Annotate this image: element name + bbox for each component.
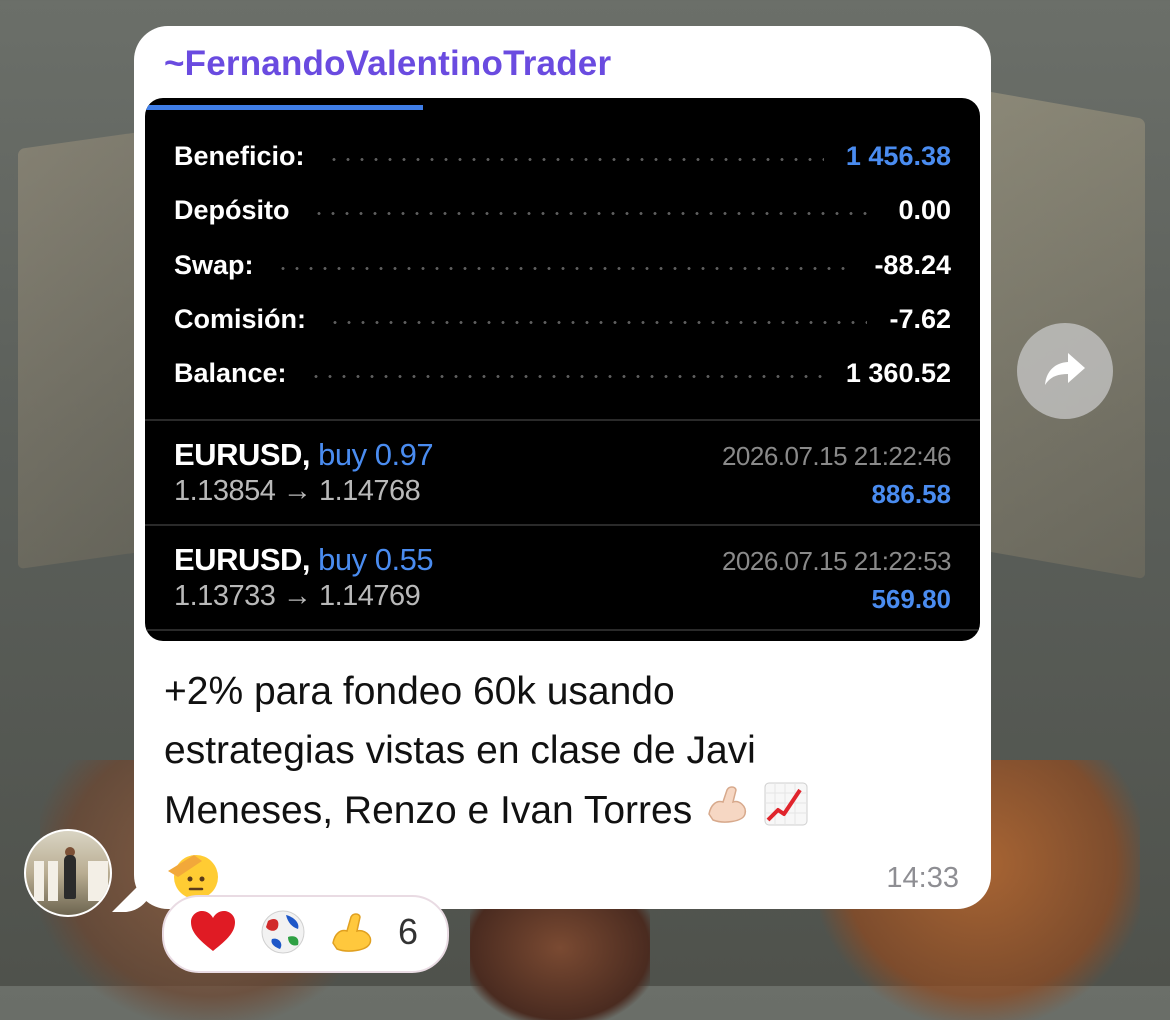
heart-emoji[interactable]	[188, 907, 238, 962]
background-photo-center	[470, 900, 650, 1020]
trade-timestamp: 2026.07.15 21:22:46	[721, 441, 952, 471]
summary-value: 0.00	[898, 194, 951, 225]
trade-prices: 1.13733 → 1.14769	[174, 580, 421, 612]
summary-value: 1 360.52	[845, 357, 951, 388]
message-line: estrategias vistas en clase de Javi	[164, 729, 756, 772]
summary-label: Depósito	[174, 194, 290, 225]
dotted-leader	[328, 320, 868, 324]
summary-value: 1 456.38	[845, 140, 951, 171]
message-text[interactable]: +2% para fondeo 60k usando estrategias v…	[164, 662, 954, 918]
trade-symbol-line: EURUSD, buy 0.55	[174, 542, 434, 578]
dotted-leader	[326, 157, 824, 161]
summary-row-swap: Swap: -88.24	[174, 245, 951, 285]
summary-row-beneficio: Beneficio: 1 456.38	[174, 136, 951, 176]
message-bubble[interactable]: ~FernandoValentinoTrader Beneficio: 1 45…	[134, 26, 991, 909]
dotted-leader	[311, 211, 877, 215]
message-line: Meneses, Renzo e Ivan Torres	[164, 788, 693, 832]
trade-direction: buy 0.55	[318, 542, 434, 577]
trade-row[interactable]: EURUSD, buy 0.97 1.13854 → 1.14768 2026.…	[145, 421, 980, 524]
summary-value: -88.24	[874, 249, 951, 280]
trade-profit: 569.80	[871, 584, 951, 614]
trade-profit: 886.58	[871, 479, 951, 509]
background-decoration-left	[18, 130, 148, 570]
message-timestamp: 14:33	[886, 862, 959, 894]
trade-symbol: EURUSD,	[174, 542, 311, 577]
summary-row-balance: Balance: 1 360.52	[174, 353, 951, 393]
dotted-leader	[275, 266, 853, 270]
divider	[145, 629, 980, 631]
chart-increasing-emoji	[762, 780, 810, 845]
trade-prices: 1.13854 → 1.14768	[174, 475, 421, 507]
trade-row[interactable]: EURUSD, buy 0.55 1.13733 → 1.14769 2026.…	[145, 526, 980, 629]
message-line: +2% para fondeo 60k usando	[164, 670, 675, 713]
summary-label: Comisión:	[174, 303, 306, 334]
reaction-count: 6	[398, 911, 419, 952]
summary-label: Balance:	[174, 357, 287, 388]
dotted-leader	[308, 374, 824, 378]
screenshot-progress-line	[145, 105, 423, 110]
flexed-biceps-emoji[interactable]	[327, 907, 377, 962]
sender-avatar[interactable]	[24, 829, 112, 917]
summary-label: Beneficio:	[174, 140, 305, 171]
forward-button[interactable]	[1017, 323, 1113, 419]
globe-emoji[interactable]	[258, 907, 308, 962]
summary-value: -7.62	[889, 303, 951, 334]
trading-screenshot[interactable]: Beneficio: 1 456.38 Depósito 0.00 Swap: …	[145, 98, 980, 641]
reactions-bar[interactable]: 6	[162, 895, 449, 973]
summary-label: Swap:	[174, 249, 254, 280]
summary-row-deposito: Depósito 0.00	[174, 190, 951, 230]
sender-name[interactable]: ~FernandoValentinoTrader	[164, 44, 611, 84]
trade-timestamp: 2026.07.15 21:22:53	[721, 546, 952, 576]
summary-row-comision: Comisión: -7.62	[174, 299, 951, 339]
trade-direction: buy 0.97	[318, 437, 434, 472]
trade-symbol: EURUSD,	[174, 437, 311, 472]
trade-symbol-line: EURUSD, buy 0.97	[174, 437, 434, 473]
share-arrow-icon	[1041, 349, 1089, 394]
flexed-biceps-emoji	[703, 780, 751, 845]
